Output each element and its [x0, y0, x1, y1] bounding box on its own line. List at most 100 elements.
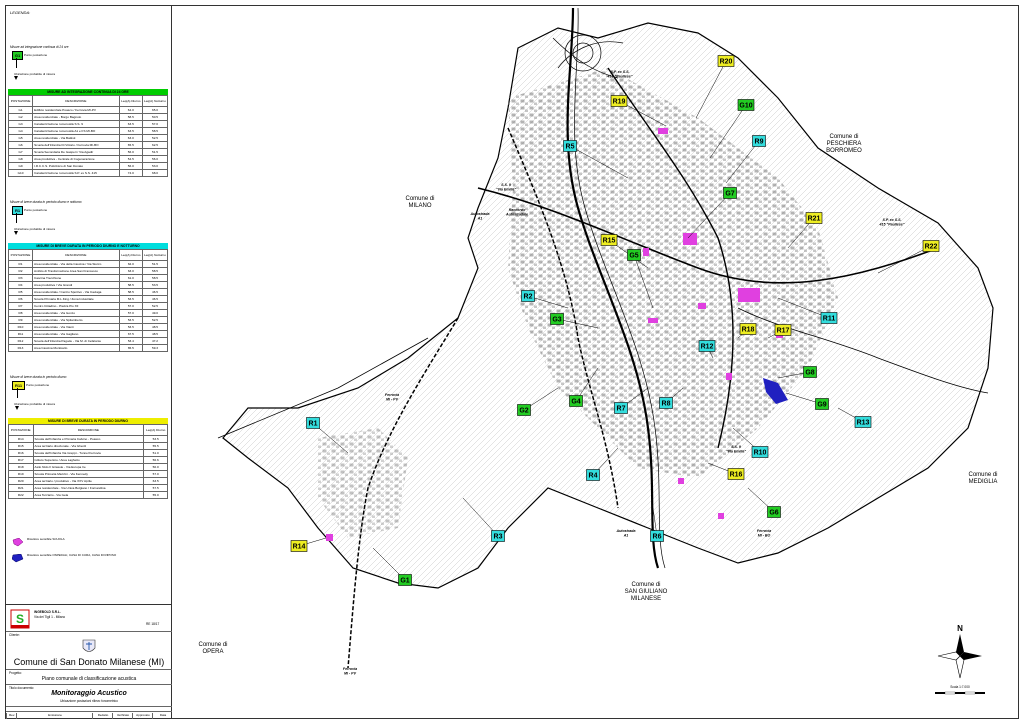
description-cell: Area terziario / produttivo - Via XXV Ap…	[32, 477, 145, 485]
footer-col-1: Emissione	[16, 713, 93, 719]
col-postazione: POSTAZIONE	[7, 249, 34, 261]
station-g10[interactable]: G10	[737, 99, 755, 111]
col-postazione: POSTAZIONE	[7, 95, 34, 107]
station-r9[interactable]: R9	[752, 135, 766, 147]
station-r22[interactable]: R22	[922, 240, 940, 252]
station-r1[interactable]: R1	[306, 417, 320, 429]
leq-value-cell: 56.0	[118, 148, 143, 156]
leq-value-cell: 58.5	[141, 267, 169, 275]
school-receptor	[698, 303, 706, 309]
table-row: R10 Area residenziale - Via Vianti 53.5 48.…	[7, 323, 169, 331]
station-g3[interactable]: G3	[550, 313, 564, 325]
legend-direction-label-r: Ubicazione probabile di misura	[14, 227, 56, 231]
station-r18[interactable]: R18	[739, 323, 757, 335]
station-r5[interactable]: R5	[563, 140, 577, 152]
description-cell: Caratterizzazione rumorosità S.S. 9	[32, 120, 120, 128]
station-r12[interactable]: R12	[698, 340, 716, 352]
station-id-cell: G2	[7, 113, 34, 121]
leq-value-cell: 46.5	[141, 295, 169, 303]
leq-value-cell: 55.0	[143, 491, 168, 499]
project-label: Progetto:	[9, 671, 22, 675]
station-r6[interactable]: R6	[650, 530, 664, 542]
station-label: R8	[662, 401, 671, 408]
station-id-cell: G4	[7, 127, 34, 135]
station-r19[interactable]: R19	[610, 95, 628, 107]
leq-value-cell: 65.5	[118, 141, 143, 149]
station-r20[interactable]: R20	[717, 55, 735, 67]
table-row: G8 Area produttiva - Centrale di Cogenera…	[7, 155, 169, 163]
station-r15[interactable]: R15	[600, 234, 618, 246]
station-label: G6	[769, 510, 778, 517]
leq-value-cell: 48.5	[141, 330, 169, 338]
description-cell: Area residenziale - Via Spilamberto	[32, 316, 120, 324]
station-r8[interactable]: R8	[659, 397, 673, 409]
leq-value-cell: 74.0	[118, 169, 143, 177]
svg-text:S: S	[16, 612, 24, 626]
table-row: G10 Caratterizzazione rumorosità S.P. ex …	[7, 169, 169, 177]
station-label: R17	[777, 328, 790, 335]
station-g9[interactable]: G9	[815, 398, 829, 410]
station-label: R13	[857, 420, 870, 427]
station-id-cell: R8	[7, 309, 34, 317]
station-g4[interactable]: G4	[569, 395, 583, 407]
leq-value-cell: 53.5	[118, 295, 143, 303]
station-label: G10	[739, 103, 752, 110]
station-label: R1	[309, 421, 318, 428]
station-id-cell: R2	[7, 267, 34, 275]
station-id-cell: R20	[8, 477, 34, 485]
description-cell: Edificio residenziale Poasco / Ferrovia …	[32, 106, 120, 114]
description-cell: Cascina Trecchione	[32, 274, 120, 282]
station-r2[interactable]: R2	[521, 290, 535, 302]
leq-value-cell: 51.5	[141, 260, 169, 268]
station-label: R10	[754, 450, 767, 457]
table-row: G3 Caratterizzazione rumorosità S.S. 9 63.…	[7, 120, 169, 128]
legend-g-intro: Misure ad integrazione continua di 24 or…	[10, 45, 69, 49]
station-g1[interactable]: G1	[398, 574, 412, 586]
leq-value-cell: 49.0	[141, 309, 169, 317]
leq-value-cell: 46.5	[141, 288, 169, 296]
description-cell: Centro Cittadino - Piazza Pio XII	[32, 302, 120, 310]
legend-r11-swatch: R11	[12, 381, 25, 390]
table-row: R14 Scuola dell'Infanzia e Primaria Calvi…	[8, 435, 168, 443]
description-cell: I.R.C.C.S. Policlinico di San Donato	[32, 162, 120, 170]
leq-value-cell: 63.5	[118, 120, 143, 128]
station-g6[interactable]: G6	[767, 506, 781, 518]
station-r14[interactable]: R14	[290, 540, 308, 552]
station-g7[interactable]: G7	[723, 187, 737, 199]
station-g8[interactable]: G8	[803, 366, 817, 378]
leq-value-cell: 51.5	[141, 148, 169, 156]
leq-value-cell: 62.5	[141, 141, 169, 149]
station-r4[interactable]: R4	[586, 469, 600, 481]
station-r10[interactable]: R10	[751, 446, 769, 458]
table-row: R22 Area Terziario - Via Gela 55.0	[8, 491, 168, 499]
legend-point-label-d: Punto postazione	[26, 383, 50, 387]
description-cell: Area residenziale - Via Isonzo	[32, 309, 120, 317]
station-g5[interactable]: G5	[627, 249, 641, 261]
station-r13[interactable]: R13	[854, 416, 872, 428]
station-g2[interactable]: G2	[517, 404, 531, 416]
station-r17[interactable]: R17	[774, 324, 792, 336]
road-label-sp415e: S.P. ex S.S. 415 "Paullese"	[879, 218, 905, 227]
station-r3[interactable]: R3	[491, 530, 505, 542]
company-name: INGEBOLD S.R.L.	[34, 610, 61, 614]
station-r16[interactable]: R16	[727, 468, 745, 480]
legend-direction-label-d: Ubicazione probabile di misura	[14, 402, 56, 406]
description-cell: Asilo Nido Il Girasole - Via Europa Ire	[32, 463, 145, 471]
col-descrizione: DESCRIZIONE	[32, 424, 145, 436]
table-row: G6 Scuola dell'Infanzia Di Vittorio / Fer…	[7, 141, 169, 149]
school-receptor	[738, 288, 760, 302]
station-label: R6	[653, 534, 662, 541]
leq-value-cell: 59.3	[141, 344, 169, 352]
station-label: G8	[805, 370, 814, 377]
station-r11[interactable]: R11	[820, 312, 838, 324]
legend-r11-intro: Misure di breve durata in periodo diurno	[10, 375, 67, 379]
description-cell: Area residenziale - Via Battisti	[32, 134, 120, 142]
station-r21[interactable]: R21	[805, 212, 823, 224]
station-id-cell: R21	[8, 484, 34, 492]
leq-value-cell: 65.0	[141, 106, 169, 114]
table-row: G1 Edificio residenziale Poasco / Ferrovi…	[7, 106, 169, 114]
table-row: G7 Scuola Secondaria De Gasperi / Via Aga…	[7, 148, 169, 156]
station-r7[interactable]: R7	[614, 402, 628, 414]
station-id-cell: R4	[7, 281, 34, 289]
leq-value-cell: 62.0	[118, 260, 143, 268]
